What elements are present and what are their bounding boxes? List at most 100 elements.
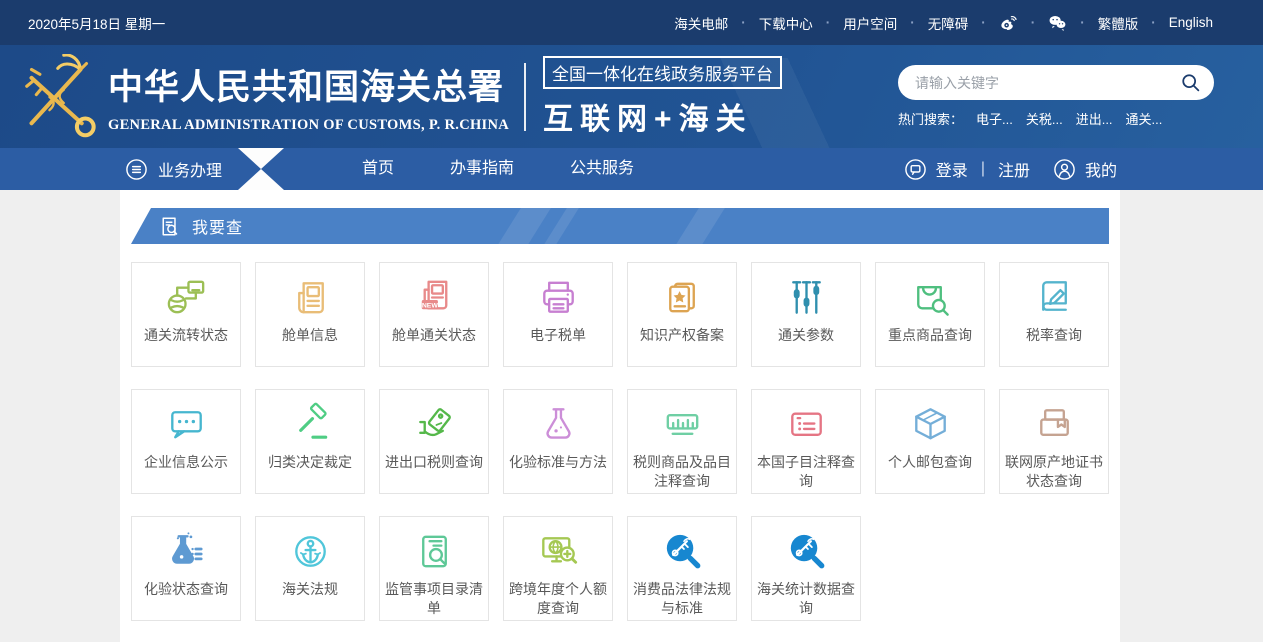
- doc-search-icon: [157, 214, 182, 239]
- search-area: 热门搜索： 电子... 关税... 进出... 通关...: [898, 65, 1214, 128]
- service-card[interactable]: 归类决定裁定: [255, 389, 365, 494]
- separator-dot: ·: [910, 15, 915, 30]
- topbar-link[interactable]: 无障碍: [928, 13, 969, 33]
- register-button[interactable]: 注册: [998, 157, 1030, 181]
- flask-icon: [535, 399, 582, 449]
- top-utility-bar: 2020年5月18日 星期一 海关电邮·下载中心·用户空间·无障碍···繁體版·…: [0, 0, 1263, 45]
- service-card[interactable]: 本国子目注释查询: [751, 389, 861, 494]
- search-box: [898, 65, 1214, 100]
- service-card-label: 税则商品及品目注释查询: [628, 453, 736, 491]
- service-card[interactable]: 企业信息公示: [131, 389, 241, 494]
- search-input[interactable]: [915, 75, 1180, 91]
- nav-account-area: 登录 | 注册 我的: [904, 157, 1117, 181]
- service-card[interactable]: 监管事项目录清单: [379, 516, 489, 621]
- flask-list-icon: [163, 526, 210, 576]
- service-card-label: 监管事项目录清单: [380, 580, 488, 618]
- service-card-label: 归类决定裁定: [265, 453, 355, 472]
- hot-search-term[interactable]: 进出...: [1076, 109, 1113, 128]
- separator-dot: ·: [1080, 15, 1085, 30]
- service-card-label: 消费品法律法规与标准: [628, 580, 736, 618]
- service-card[interactable]: 化验状态查询: [131, 516, 241, 621]
- section-banner: 我要查: [131, 208, 1109, 244]
- topbar-link[interactable]: 用户空间: [843, 13, 897, 33]
- topbar-link[interactable]: 海关电邮: [674, 13, 728, 33]
- service-card[interactable]: 重点商品查询: [875, 262, 985, 367]
- service-card[interactable]: 税则商品及品目注释查询: [627, 389, 737, 494]
- manifest-info-icon: [287, 272, 334, 322]
- ruler-icon: [659, 399, 706, 449]
- hot-search-terms: 电子... 关税... 进出... 通关...: [976, 109, 1162, 128]
- anchor-icon: [287, 526, 334, 576]
- business-menu-button[interactable]: 业务办理: [125, 157, 222, 181]
- nav-link[interactable]: 办事指南: [422, 148, 542, 190]
- separator-dot: ·: [981, 15, 986, 30]
- service-card-label: 税率查询: [1023, 326, 1085, 345]
- topbar-link[interactable]: 下载中心: [759, 13, 813, 33]
- login-label: 登录: [936, 157, 968, 181]
- separator-dot: ·: [741, 15, 746, 30]
- service-card[interactable]: 消费品法律法规与标准: [627, 516, 737, 621]
- service-card[interactable]: 联网原产地证书状态查询: [999, 389, 1109, 494]
- service-card[interactable]: 海关统计数据查询: [751, 516, 861, 621]
- hot-search-label: 热门搜索：: [898, 109, 963, 128]
- customs-emblem-logo: [16, 54, 102, 140]
- service-card-label: 企业信息公示: [141, 453, 231, 472]
- service-card[interactable]: 舱单信息: [255, 262, 365, 367]
- list-card-icon: [783, 399, 830, 449]
- banner-stripe: [493, 208, 554, 244]
- service-card-label: 海关法规: [279, 580, 341, 599]
- service-card[interactable]: NEW 舱单通关状态: [379, 262, 489, 367]
- service-card-label: 跨境年度个人额度查询: [504, 580, 612, 618]
- book-pencil-icon: [1031, 272, 1078, 322]
- locale-link[interactable]: 繁體版: [1098, 13, 1139, 33]
- hand-tag-icon: [411, 399, 458, 449]
- service-card-label: 知识产权备案: [637, 326, 727, 345]
- nav-links: 首页办事指南公共服务: [334, 148, 662, 190]
- service-card[interactable]: 海关法规: [255, 516, 365, 621]
- monitor-search-icon: [535, 526, 582, 576]
- site-title-chinese: 中华人民共和国海关总署: [108, 59, 509, 110]
- service-card[interactable]: 电子税单: [503, 262, 613, 367]
- chat-dots-icon: [163, 399, 210, 449]
- speech-bubble-icon: [904, 158, 927, 181]
- platform-badge: 全国一体化在线政务服务平台: [543, 56, 782, 89]
- platform-name: 互联网+海关: [543, 94, 782, 138]
- service-card-label: 重点商品查询: [885, 326, 975, 345]
- weibo-icon[interactable]: [999, 13, 1018, 32]
- service-card[interactable]: 跨境年度个人额度查询: [503, 516, 613, 621]
- header-divider: [524, 63, 526, 131]
- my-account-label: 我的: [1085, 157, 1117, 181]
- wechat-icon[interactable]: [1048, 13, 1067, 32]
- service-card-label: 电子税单: [527, 326, 589, 345]
- service-card[interactable]: 知识产权备案: [627, 262, 737, 367]
- section-title: 我要查: [192, 214, 243, 238]
- nav-link[interactable]: 首页: [334, 148, 422, 190]
- site-header: 中华人民共和国海关总署 GENERAL ADMINISTRATION OF CU…: [0, 45, 1263, 148]
- platform-block: 全国一体化在线政务服务平台 互联网+海关: [543, 56, 782, 138]
- hot-search-term[interactable]: 通关...: [1126, 109, 1163, 128]
- service-card-label: 联网原产地证书状态查询: [1000, 453, 1108, 491]
- manifest-new-icon: NEW: [411, 272, 458, 322]
- login-button[interactable]: 登录: [904, 157, 968, 181]
- separator-dot: ·: [826, 15, 831, 30]
- separator-dot: ·: [1031, 15, 1036, 30]
- gavel-icon: [287, 399, 334, 449]
- service-card[interactable]: 进出口税则查询: [379, 389, 489, 494]
- nav-link[interactable]: 公共服务: [542, 148, 662, 190]
- my-account-button[interactable]: 我的: [1053, 157, 1117, 181]
- service-card[interactable]: 税率查询: [999, 262, 1109, 367]
- service-card-label: 化验标准与方法: [506, 453, 610, 472]
- hot-search-term[interactable]: 电子...: [976, 109, 1013, 128]
- service-card[interactable]: 个人邮包查询: [875, 389, 985, 494]
- service-card[interactable]: 通关参数: [751, 262, 861, 367]
- topbar-links: 海关电邮 · 下载中心 · 用户空间 · 无障碍 · · · 繁體版 · English: [674, 13, 1213, 33]
- service-card[interactable]: 通关流转状态: [131, 262, 241, 367]
- separator-dot: ·: [1151, 15, 1156, 30]
- service-card-label: 个人邮包查询: [885, 453, 975, 472]
- hot-search-term[interactable]: 关税...: [1026, 109, 1063, 128]
- service-card[interactable]: 化验标准与方法: [503, 389, 613, 494]
- search-icon: [1180, 72, 1201, 93]
- search-button[interactable]: [1180, 72, 1201, 93]
- bag-search-icon: [907, 272, 954, 322]
- locale-link[interactable]: English: [1169, 15, 1213, 30]
